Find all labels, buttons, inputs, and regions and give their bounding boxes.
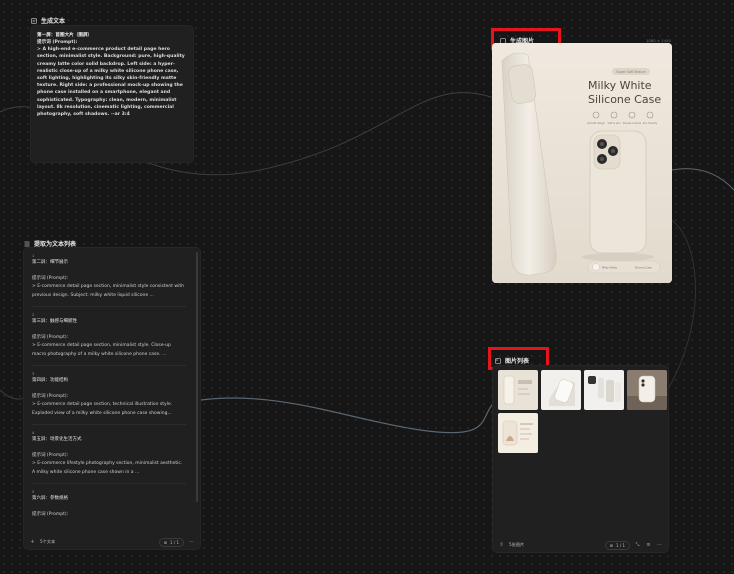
list-item-title: 第六屏：参数规格 [32, 496, 68, 501]
gallery-footer-count: 5张图片 [509, 542, 525, 547]
image-feature-1: Anti-fall design [587, 122, 605, 125]
generated-image[interactable]: Super Soft Texture Milky White Silicone … [492, 43, 672, 283]
add-icon[interactable]: + [29, 539, 36, 546]
list-item-body: > E-commerce detail page section, minima… [32, 284, 184, 298]
list-item[interactable]: 2 第三屏：触感与细腻性 提示词 (Prompt): > E-commerce … [32, 311, 186, 366]
image-pill-text: Super Soft Texture [616, 70, 645, 74]
more-icon[interactable]: ⋯ [656, 542, 663, 549]
list-node[interactable]: 1 第二屏：细节展示 提示词 (Prompt): > E-commerce de… [23, 247, 201, 550]
gallery-pager[interactable]: ⊞ 1 / 1 [604, 540, 630, 550]
thumbnail[interactable] [498, 413, 538, 453]
gallery-pager-text: 1 / 1 [616, 542, 625, 548]
list-item-label: 提示词 (Prompt): [32, 335, 69, 340]
thumbnail[interactable] [627, 370, 667, 410]
product-hero-image: Super Soft Texture Milky White Silicone … [492, 43, 672, 283]
image-title-line2: Silicone Case [588, 93, 661, 106]
thumbnail-grid [498, 370, 667, 453]
list-pager[interactable]: ⊞ 1 / 1 [158, 537, 184, 547]
text-node-title: 生成文本 [41, 18, 66, 25]
upload-icon[interactable]: ⇧ [498, 542, 505, 549]
list-item-body: > E-commerce lifestyle photography secti… [32, 461, 183, 475]
list-footer: + 5个文本 ⊞ 1 / 1 ⋯ [24, 535, 200, 549]
image-feature-3: Precise cutouts [623, 122, 642, 125]
wire-middle [200, 397, 493, 434]
list-item-title: 第五屏：场景化生活方式 [32, 437, 82, 442]
text-node-icon [31, 17, 37, 24]
thumbnail[interactable] [541, 370, 581, 410]
layers-icon[interactable]: ≡ [645, 542, 652, 549]
list-item-body: > E-commerce detail page section, minima… [32, 343, 171, 357]
image-bottom-right: Silicone Case [635, 266, 653, 270]
crop-icon[interactable]: ⤡ [634, 542, 641, 549]
thumbnail[interactable] [584, 370, 624, 410]
wire-left [0, 389, 24, 400]
gallery-node[interactable]: ⇧ 5张图片 ⊞ 1 / 1 ⤡ ≡ ⋯ [492, 365, 669, 553]
text-node-heading: 第一屏：首图大片（图屏） [37, 33, 93, 38]
list-item-label: 提示词 (Prompt): [32, 276, 69, 281]
list-item-title: 第四屏：功能结构 [32, 378, 68, 383]
list-scroll-area[interactable]: 1 第二屏：细节展示 提示词 (Prompt): > E-commerce de… [24, 248, 194, 535]
list-item-title: 第三屏：触感与细腻性 [32, 319, 77, 324]
list-icon [24, 241, 30, 246]
list-item[interactable]: 3 第四屏：功能结构 提示词 (Prompt): > E-commerce de… [32, 370, 186, 425]
list-footer-count: 5个文本 [40, 539, 56, 544]
image-title-line1: Milky White [588, 79, 652, 92]
image-feature-2: Soft & skin [608, 122, 621, 125]
thumbnail[interactable] [498, 370, 538, 410]
pager-list-icon: ⊞ [163, 539, 168, 545]
wire-right [671, 168, 734, 191]
image-bottom-left: Milky White [602, 266, 617, 270]
image-feature-4: Eco-friendly [643, 122, 658, 125]
list-item-label: 提示词 (Prompt): [32, 453, 69, 458]
list-scrollbar[interactable] [196, 252, 198, 502]
list-item[interactable]: 4 第五屏：场景化生活方式 提示词 (Prompt): > E-commerce… [32, 429, 186, 484]
text-node-header[interactable]: 生成文本 [31, 16, 65, 25]
more-icon[interactable]: ⋯ [188, 539, 195, 546]
text-node-prompt: > A high-end e-commerce product detail p… [37, 47, 185, 118]
text-node-prompt-label: 提示词 (Prompt): [37, 40, 78, 45]
list-item[interactable]: 1 第二屏：细节展示 提示词 (Prompt): > E-commerce de… [32, 252, 186, 307]
list-item-body: > E-commerce detail page section, techni… [32, 402, 173, 416]
pager-grid-icon: ⊞ [609, 542, 614, 548]
list-pager-text: 1 / 1 [170, 539, 179, 545]
gallery-footer: ⇧ 5张图片 ⊞ 1 / 1 ⤡ ≡ ⋯ [493, 538, 668, 552]
list-item-title: 第二屏：细节展示 [32, 260, 68, 265]
list-item-label: 提示词 (Prompt): [32, 512, 69, 517]
list-item[interactable]: 5 第六屏：参数规格 提示词 (Prompt): [32, 488, 186, 524]
list-item-label: 提示词 (Prompt): [32, 394, 69, 399]
text-node[interactable]: 第一屏：首图大片（图屏） 提示词 (Prompt): > A high-end … [30, 25, 194, 163]
